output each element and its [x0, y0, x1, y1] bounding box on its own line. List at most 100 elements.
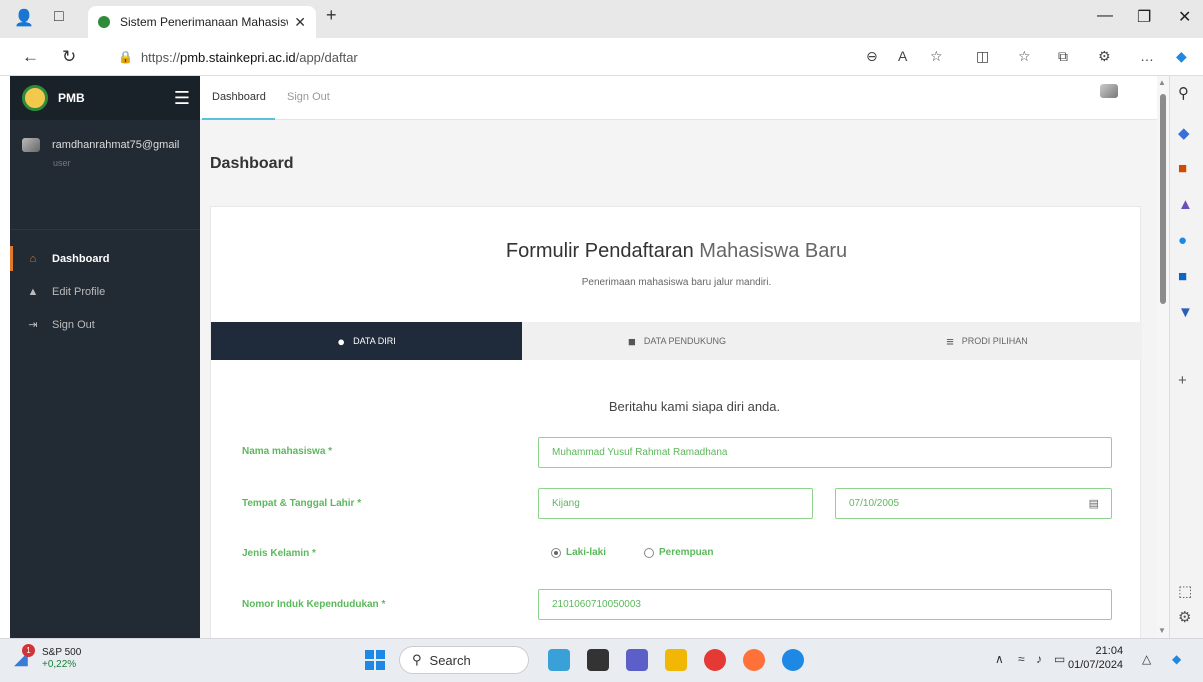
- settings-gear-icon[interactable]: ⚙: [1178, 608, 1191, 626]
- more-options-icon[interactable]: …: [1140, 48, 1154, 64]
- form-title-bold: Formulir Pendaftaran: [505, 240, 694, 262]
- clock-time: 21:04: [1095, 645, 1124, 657]
- sidebar-item-edit-profile[interactable]: ▲ Edit Profile: [10, 275, 200, 308]
- home-icon: ⌂: [29, 252, 37, 265]
- outlook-icon[interactable]: ■: [1178, 268, 1187, 285]
- chevron-up-icon[interactable]: ∧: [995, 652, 1004, 666]
- browser-tab[interactable]: Sistem Penerimanaan Mahasiswa ✕: [88, 6, 316, 38]
- extensions-icon[interactable]: ⚙: [1098, 48, 1111, 65]
- zoom-icon[interactable]: ⊖: [866, 48, 878, 65]
- file-explorer-icon[interactable]: [665, 649, 687, 671]
- step-data-diri[interactable]: ● DATA DIRI: [211, 322, 522, 360]
- tools-icon[interactable]: ■: [1178, 160, 1187, 177]
- nama-input[interactable]: Muhammad Yusuf Rahmat Ramadhana: [538, 437, 1112, 468]
- profile-icon[interactable]: 👤: [14, 8, 34, 28]
- url-field[interactable]: 🔒 https://pmb.stainkepri.ac.id/app/dafta…: [108, 43, 888, 71]
- collections-icon[interactable]: ⧉: [1058, 48, 1068, 65]
- step-label: PRODI PILIHAN: [961, 336, 1028, 346]
- refresh-icon[interactable]: ↻: [62, 47, 76, 67]
- form-title-thin: Mahasiswa Baru: [699, 240, 848, 262]
- tempat-value: Kijang: [552, 498, 580, 509]
- scroll-up-icon[interactable]: ▲: [1158, 78, 1166, 87]
- file-icon: ■: [627, 333, 636, 349]
- user-role: user: [53, 158, 71, 168]
- radio-laki-laki[interactable]: Laki-laki: [551, 547, 606, 558]
- nik-label: Nomor Induk Kependudukan *: [242, 599, 386, 610]
- firefox-icon[interactable]: [743, 649, 765, 671]
- split-screen-icon[interactable]: ◫: [976, 48, 989, 65]
- hamburger-menu-icon[interactable]: ☰: [174, 88, 190, 109]
- task-view-icon[interactable]: [587, 649, 609, 671]
- volume-icon[interactable]: ♪: [1036, 652, 1042, 666]
- close-window-icon[interactable]: ✕: [1178, 7, 1191, 27]
- nama-value: Muhammad Yusuf Rahmat Ramadhana: [552, 447, 728, 458]
- user-icon: ●: [337, 333, 346, 349]
- sign-out-icon: ⇥: [28, 319, 38, 331]
- calendar-icon[interactable]: ▤: [1089, 497, 1099, 510]
- step-label: DATA DIRI: [353, 336, 396, 346]
- chrome-icon[interactable]: [704, 649, 726, 671]
- close-tab-icon[interactable]: ✕: [294, 14, 306, 31]
- tanggal-lahir-input[interactable]: 07/10/2005 ▤: [835, 488, 1112, 519]
- back-icon[interactable]: ←: [22, 47, 39, 67]
- browser-tab-bar: 👤 □ Sistem Penerimanaan Mahasiswa ✕ + — …: [0, 0, 1203, 38]
- search-label: Search: [429, 652, 471, 668]
- form-intro: Beritahu kami siapa diri anda.: [608, 399, 781, 414]
- signpost-icon: ≡: [946, 333, 954, 349]
- scrollbar-thumb[interactable]: [1160, 94, 1166, 304]
- windows-start-icon[interactable]: [365, 650, 385, 670]
- drop-icon[interactable]: ▼: [1178, 304, 1193, 321]
- read-aloud-icon[interactable]: A: [898, 48, 907, 64]
- edge-icon[interactable]: [782, 649, 804, 671]
- favorite-star-icon[interactable]: ☆: [930, 48, 943, 65]
- clock[interactable]: 21:04 01/07/2024: [1068, 644, 1123, 672]
- screenshot-icon[interactable]: ⬚: [1178, 582, 1192, 600]
- sidebar-item-sign-out[interactable]: ⇥ Sign Out: [10, 308, 200, 341]
- tab-actions-icon[interactable]: □: [54, 8, 64, 26]
- tempat-lahir-input[interactable]: Kijang: [538, 488, 813, 519]
- copilot-taskbar-icon[interactable]: ◆: [1172, 652, 1181, 666]
- radio-perempuan[interactable]: Perempuan: [644, 547, 713, 558]
- address-bar-row: ← ↻ 🔒 https://pmb.stainkepri.ac.id/app/d…: [0, 38, 1203, 76]
- add-icon[interactable]: +: [1178, 372, 1187, 389]
- search-icon: ⚲: [412, 652, 422, 667]
- url-domain: pmb.stainkepri.ac.id: [179, 49, 296, 65]
- topnav-signout-link[interactable]: Sign Out: [287, 91, 330, 103]
- app-icon[interactable]: [548, 649, 570, 671]
- url-path: /app/daftar: [295, 49, 358, 65]
- edge-sidebar: ⚲ ◆ ■ ▲ ● ■ ▼ + ⬚ ⚙: [1169, 76, 1203, 638]
- step-data-pendukung[interactable]: ■ DATA PENDUKUNG: [522, 322, 832, 360]
- office-icon[interactable]: ●: [1178, 232, 1187, 249]
- stock-name: S&P 500: [42, 647, 82, 658]
- sidebar-item-dashboard[interactable]: ⌂ Dashboard: [10, 242, 200, 275]
- teams-icon[interactable]: [626, 649, 648, 671]
- topnav-dashboard-link[interactable]: Dashboard: [202, 91, 275, 120]
- copilot-icon[interactable]: ◆: [1176, 48, 1187, 65]
- taskbar-search[interactable]: ⚲ Search: [399, 646, 529, 674]
- step-prodi-pilihan[interactable]: ≡ PRODI PILIHAN: [832, 322, 1142, 360]
- battery-icon[interactable]: ▭: [1054, 652, 1065, 666]
- nik-value: 2101060710050003: [552, 599, 641, 610]
- page-scrollbar[interactable]: ▲ ▼: [1157, 76, 1169, 638]
- stock-widget[interactable]: ◢ 1 S&P 500 +0,22%: [14, 644, 82, 671]
- avatar[interactable]: [1100, 84, 1118, 98]
- page-viewport: PMB ☰ ramdhanrahmat75@gmail user ⌂ Dashb…: [10, 76, 1157, 638]
- brand-name: PMB: [58, 91, 85, 105]
- scroll-down-icon[interactable]: ▼: [1158, 626, 1166, 635]
- radio-checked-icon: [551, 547, 561, 558]
- new-tab-icon[interactable]: +: [326, 5, 337, 26]
- shopping-tag-icon[interactable]: ◆: [1178, 124, 1190, 142]
- wifi-icon[interactable]: ≈: [1018, 652, 1025, 666]
- favorites-icon[interactable]: ☆: [1018, 48, 1031, 65]
- people-icon[interactable]: ▲: [1178, 196, 1193, 213]
- form-title: Formulir Pendaftaran Mahasiswa Baru: [211, 240, 1142, 263]
- minimize-icon[interactable]: —: [1097, 7, 1113, 25]
- lock-icon: 🔒: [118, 50, 133, 64]
- notification-bell-icon[interactable]: △: [1142, 652, 1151, 666]
- search-icon[interactable]: ⚲: [1178, 84, 1189, 102]
- taskbar: ◢ 1 S&P 500 +0,22% ⚲ Search ∧ ≈ ♪ ▭ 21:0…: [0, 638, 1203, 682]
- avatar: [22, 138, 40, 152]
- nik-input[interactable]: 2101060710050003: [538, 589, 1112, 620]
- restore-icon[interactable]: ❐: [1137, 7, 1151, 27]
- stock-change: +0,22%: [42, 659, 77, 670]
